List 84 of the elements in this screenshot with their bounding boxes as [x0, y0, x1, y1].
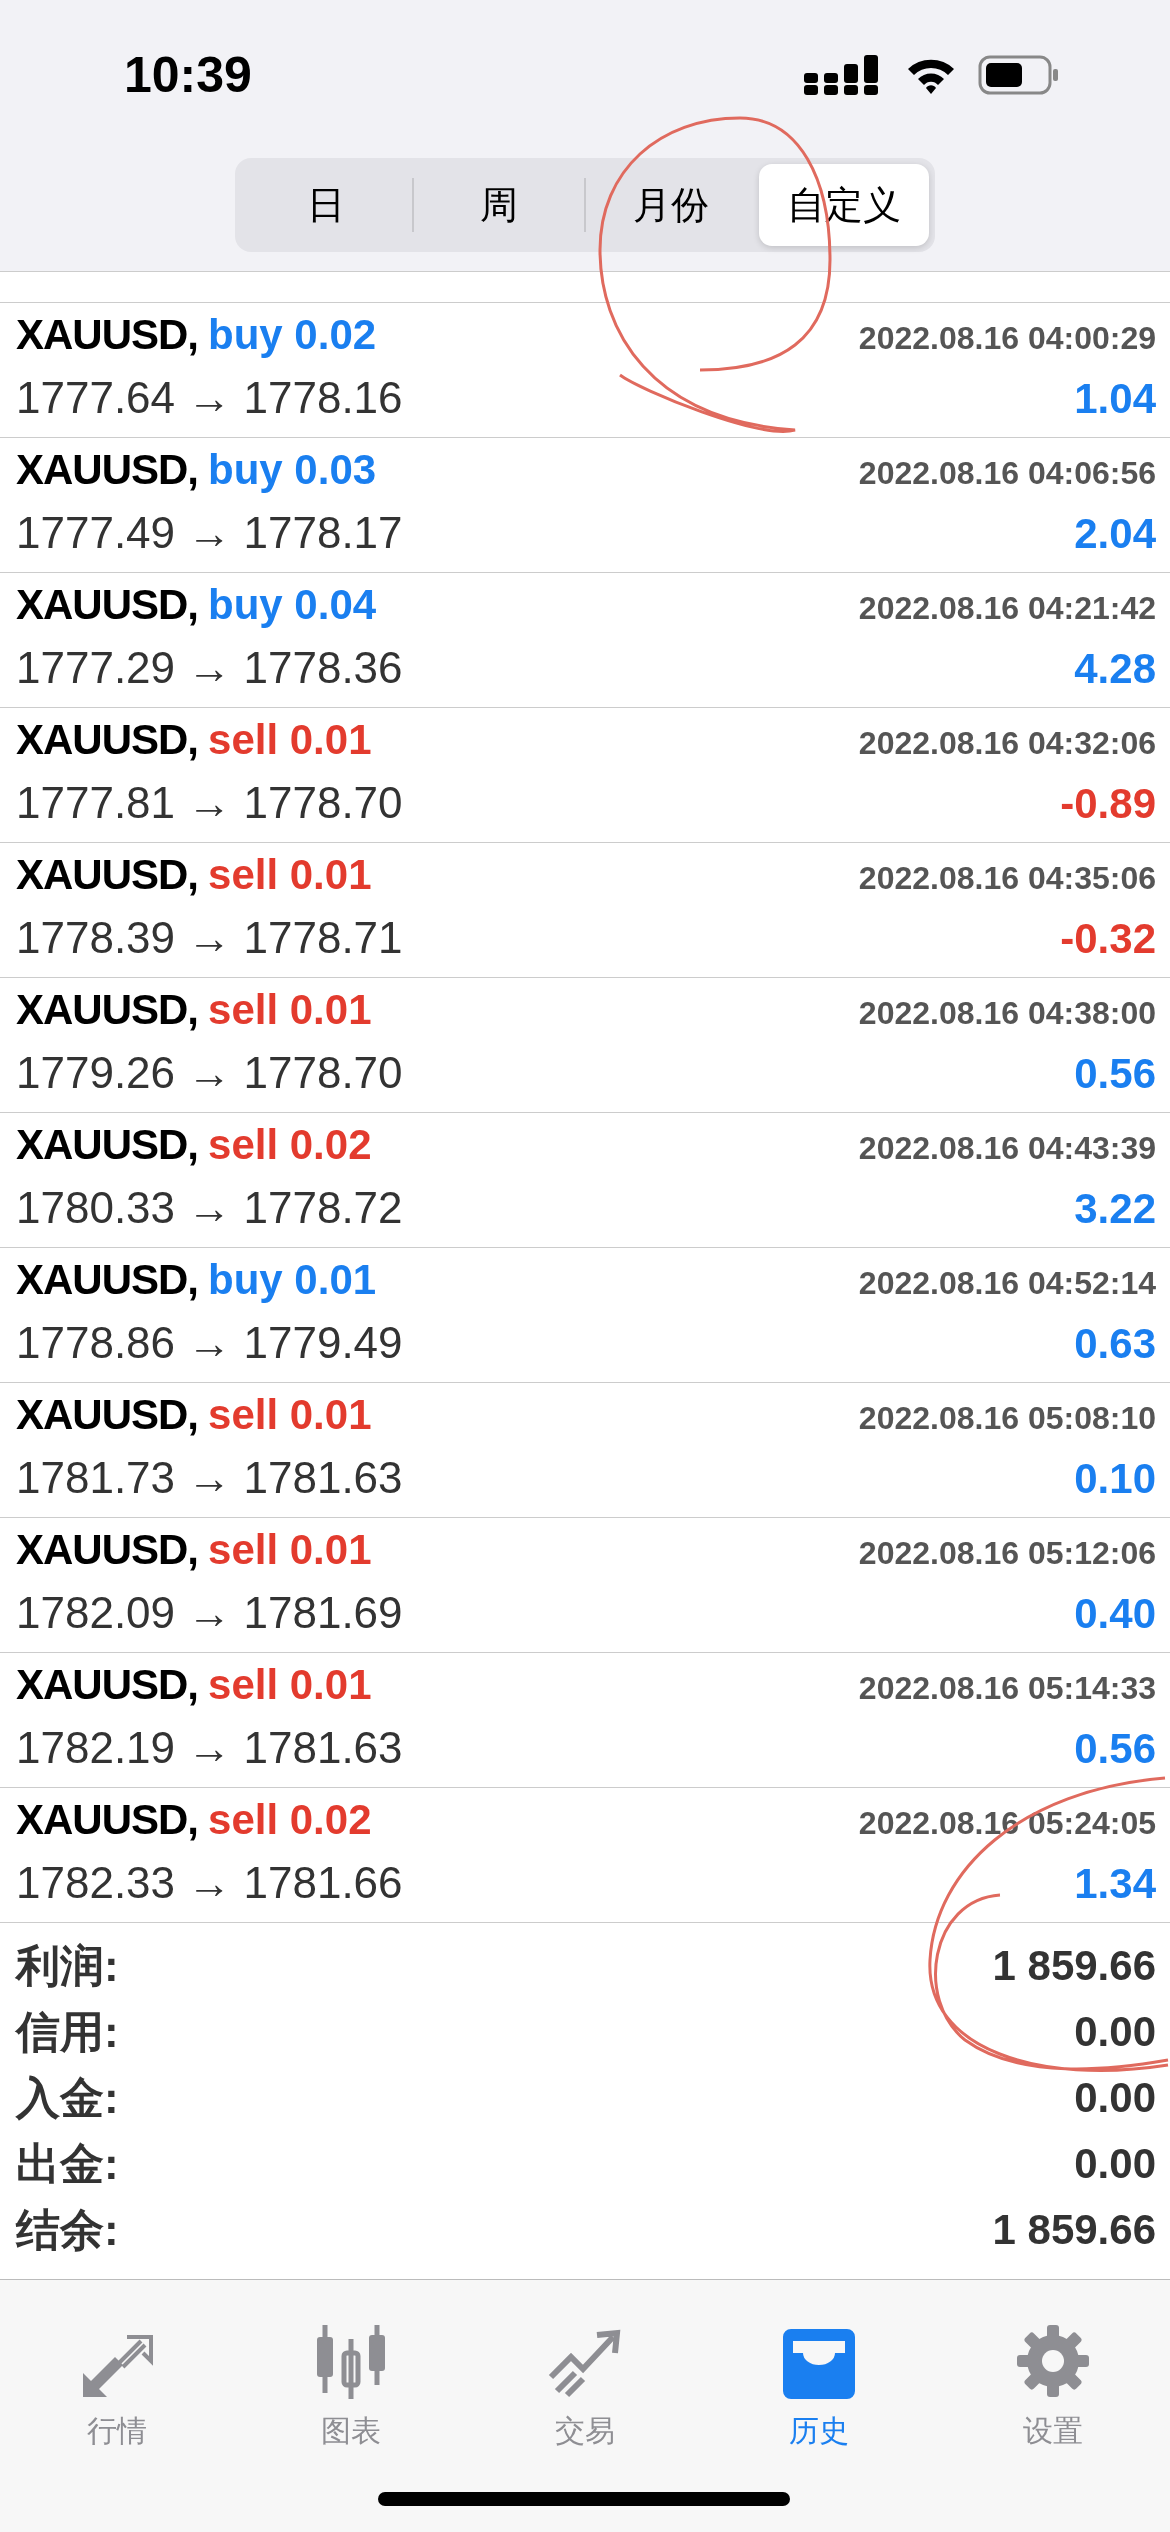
summary-label: 入金: [16, 2071, 119, 2124]
tab-label[interactable]: 行情 [87, 2411, 147, 2452]
profit-value: 4.28 [1074, 645, 1156, 693]
deal-time: 2022.08.16 04:43:39 [858, 1130, 1156, 1167]
deal-time: 2022.08.16 04:00:29 [858, 320, 1156, 357]
tab-label[interactable]: 图表 [321, 2411, 381, 2452]
profit-value: -0.89 [1060, 780, 1156, 828]
order-side: buy 0.04 [208, 581, 377, 629]
profit-value: 0.56 [1074, 1725, 1156, 1773]
deal-time: 2022.08.16 05:08:10 [858, 1400, 1156, 1437]
price-range: 1782.09 → 1781.69 [16, 1588, 403, 1638]
profit-value: 0.56 [1074, 1050, 1156, 1098]
settings-icon[interactable] [1015, 2323, 1091, 2399]
period-tab[interactable]: 周 [413, 164, 584, 246]
order-side: sell 0.01 [208, 1661, 372, 1709]
tab-label[interactable]: 历史 [789, 2411, 849, 2452]
status-time: 10:39 [124, 46, 252, 104]
symbol-text: XAUUSD, [16, 1526, 199, 1574]
symbol-text: XAUUSD, [16, 1661, 199, 1709]
price-range: 1777.81 → 1778.70 [16, 778, 403, 828]
period-tab[interactable]: 自定义 [758, 164, 929, 246]
order-side: sell 0.02 [208, 1121, 372, 1169]
order-side: sell 0.02 [208, 1796, 372, 1844]
price-range: 1782.19 → 1781.63 [16, 1723, 403, 1773]
order-side: buy 0.03 [208, 446, 377, 494]
price-range: 1781.73 → 1781.63 [16, 1453, 403, 1503]
profit-value: 0.10 [1074, 1455, 1156, 1503]
price-range: 1778.39 → 1778.71 [16, 913, 403, 963]
deal-time: 2022.08.16 04:38:00 [858, 995, 1156, 1032]
order-side: sell 0.01 [208, 1391, 372, 1439]
tab-label[interactable]: 交易 [555, 2411, 615, 2452]
price-range: 1778.86 → 1779.49 [16, 1318, 403, 1368]
order-side: sell 0.01 [208, 851, 372, 899]
order-side: buy 0.02 [208, 311, 377, 359]
profit-value: 3.22 [1074, 1185, 1156, 1233]
deal-time: 2022.08.16 05:14:33 [858, 1670, 1156, 1707]
period-tab[interactable]: 日 [241, 164, 412, 246]
profit-value: 1.04 [1074, 375, 1156, 423]
profit-value: -0.32 [1060, 915, 1156, 963]
battery-icon [978, 55, 1060, 95]
deal-time: 2022.08.16 04:21:42 [858, 590, 1156, 627]
summary-value: 0.00 [1074, 2008, 1156, 2056]
summary-label: 出金: [16, 2137, 119, 2190]
summary-value: 1 859.66 [992, 2206, 1156, 2254]
summary-value: 0.00 [1074, 2140, 1156, 2188]
order-side: buy 0.01 [208, 1256, 377, 1304]
symbol-text: XAUUSD, [16, 851, 199, 899]
deal-time: 2022.08.16 04:52:14 [858, 1265, 1156, 1302]
profit-value: 0.63 [1074, 1320, 1156, 1368]
summary-label: 结余: [16, 2203, 119, 2256]
deal-time: 2022.08.16 04:35:06 [858, 860, 1156, 897]
deal-time: 2022.08.16 04:06:56 [858, 455, 1156, 492]
symbol-text: XAUUSD, [16, 1256, 199, 1304]
trend-icon[interactable] [547, 2329, 623, 2399]
order-side: sell 0.01 [208, 986, 372, 1034]
inbox-icon[interactable] [781, 2329, 857, 2399]
profit-value: 0.40 [1074, 1590, 1156, 1638]
deal-time: 2022.08.16 05:24:05 [858, 1805, 1156, 1842]
symbol-text: XAUUSD, [16, 986, 199, 1034]
profit-value: 2.04 [1074, 510, 1156, 558]
tab-label[interactable]: 设置 [1023, 2411, 1083, 2452]
price-range: 1779.26 → 1778.70 [16, 1048, 403, 1098]
deal-time: 2022.08.16 05:12:06 [858, 1535, 1156, 1572]
symbol-text: XAUUSD, [16, 1796, 199, 1844]
summary-label: 信用: [16, 2005, 119, 2058]
price-range: 1782.33 → 1781.66 [16, 1858, 403, 1908]
profit-value: 1.34 [1074, 1860, 1156, 1908]
deal-time: 2022.08.16 04:32:06 [858, 725, 1156, 762]
price-range: 1777.64 → 1778.16 [16, 373, 403, 423]
summary-value: 1 859.66 [992, 1942, 1156, 1990]
period-tab[interactable]: 月份 [586, 164, 757, 246]
price-range: 1777.29 → 1778.36 [16, 643, 403, 693]
symbol-text: XAUUSD, [16, 1121, 199, 1169]
symbol-text: XAUUSD, [16, 581, 199, 629]
symbol-text: XAUUSD, [16, 311, 199, 359]
price-range: 1777.49 → 1778.17 [16, 508, 403, 558]
order-side: sell 0.01 [208, 1526, 372, 1574]
summary-value: 0.00 [1074, 2074, 1156, 2122]
price-range: 1780.33 → 1778.72 [16, 1183, 403, 1233]
summary-label: 利润: [16, 1939, 119, 1992]
symbol-text: XAUUSD, [16, 446, 199, 494]
symbol-text: XAUUSD, [16, 716, 199, 764]
symbol-text: XAUUSD, [16, 1391, 199, 1439]
order-side: sell 0.01 [208, 716, 372, 764]
